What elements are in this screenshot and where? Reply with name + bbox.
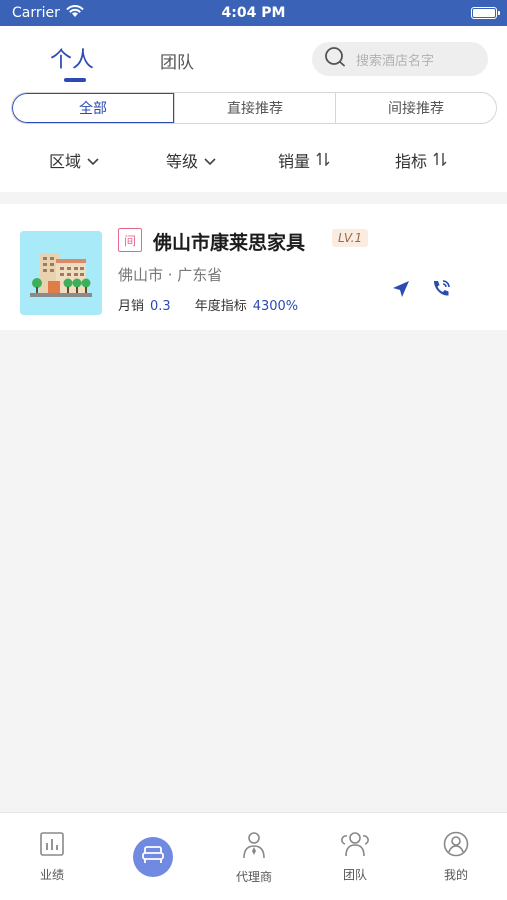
search-placeholder: 搜索酒店名字 [356, 53, 435, 69]
segment-direct[interactable]: 直接推荐 [174, 93, 335, 123]
chevron-down-icon [204, 151, 216, 170]
nav-agents[interactable]: 代理商 [214, 831, 294, 885]
shop-location: 佛山市 · 广东省 [118, 266, 223, 284]
annual-target-label: 年度指标 [194, 299, 247, 314]
battery-icon [471, 7, 500, 19]
monthly-sales-label: 月销 [118, 299, 145, 314]
shop-stats: 月销 0.3 年度指标 4300% [118, 295, 298, 314]
shop-name: 佛山市康莱思家具 [153, 232, 306, 254]
tab-personal[interactable]: 个人 [50, 42, 94, 74]
filter-label: 等级 [166, 152, 199, 171]
top-tabs: 个人 团队 搜索酒店名字 [0, 26, 507, 88]
chevron-down-icon [87, 151, 99, 170]
search-icon [324, 46, 346, 72]
filter-sales[interactable]: 销量 [278, 148, 330, 172]
filter-label: 指标 [395, 152, 428, 171]
filter-region[interactable]: 区域 [49, 148, 99, 172]
nav-label: 业绩 [39, 868, 64, 882]
nav-hotels[interactable] [133, 837, 173, 877]
phone-icon[interactable] [430, 278, 452, 304]
segment-indirect[interactable]: 间接推荐 [335, 93, 496, 123]
agent-icon [241, 831, 267, 862]
sort-icon [433, 151, 447, 170]
level-badge: LV.1 [332, 229, 369, 247]
bed-icon [142, 846, 164, 868]
segment-all[interactable]: 全部 [12, 93, 174, 123]
indirect-tag: 间 [118, 228, 142, 252]
profile-icon [443, 831, 469, 860]
referral-segment-control: 全部 直接推荐 间接推荐 [11, 92, 497, 124]
clock: 4:04 PM [221, 5, 286, 21]
nav-profile[interactable]: 我的 [416, 831, 496, 883]
wifi-icon [66, 4, 84, 22]
bar-chart-icon [39, 831, 65, 860]
nav-performance[interactable]: 业绩 [12, 831, 92, 883]
tab-team[interactable]: 团队 [160, 48, 194, 73]
filter-label: 区域 [49, 152, 82, 171]
annual-target-value: 4300% [252, 299, 299, 314]
navigation-icon[interactable] [391, 279, 411, 303]
team-icon [341, 831, 369, 860]
header: 个人 团队 搜索酒店名字 全部 直接推荐 间接推荐 区域 等级 销量 指标 [0, 26, 507, 192]
filter-target[interactable]: 指标 [395, 148, 447, 172]
filter-level[interactable]: 等级 [166, 148, 216, 172]
nav-team[interactable]: 团队 [315, 831, 395, 883]
nav-label: 团队 [342, 868, 367, 882]
status-bar: Carrier 4:04 PM [0, 0, 507, 26]
sort-icon [316, 151, 330, 170]
hotel-building-icon [20, 231, 102, 315]
nav-label: 代理商 [235, 870, 272, 884]
bottom-nav: 业绩 代理商 团队 我的 [0, 812, 507, 900]
filter-label: 销量 [278, 152, 311, 171]
filter-bar: 区域 等级 销量 指标 [0, 142, 507, 178]
monthly-sales-value: 0.3 [150, 299, 171, 314]
search-input[interactable]: 搜索酒店名字 [312, 42, 488, 76]
nav-label: 我的 [443, 868, 468, 882]
tab-active-indicator [64, 78, 86, 82]
carrier-label: Carrier [12, 5, 60, 21]
shop-card[interactable]: 间 佛山市康莱思家具 LV.1 佛山市 · 广东省 月销 0.3 年度指标 43… [0, 204, 507, 330]
